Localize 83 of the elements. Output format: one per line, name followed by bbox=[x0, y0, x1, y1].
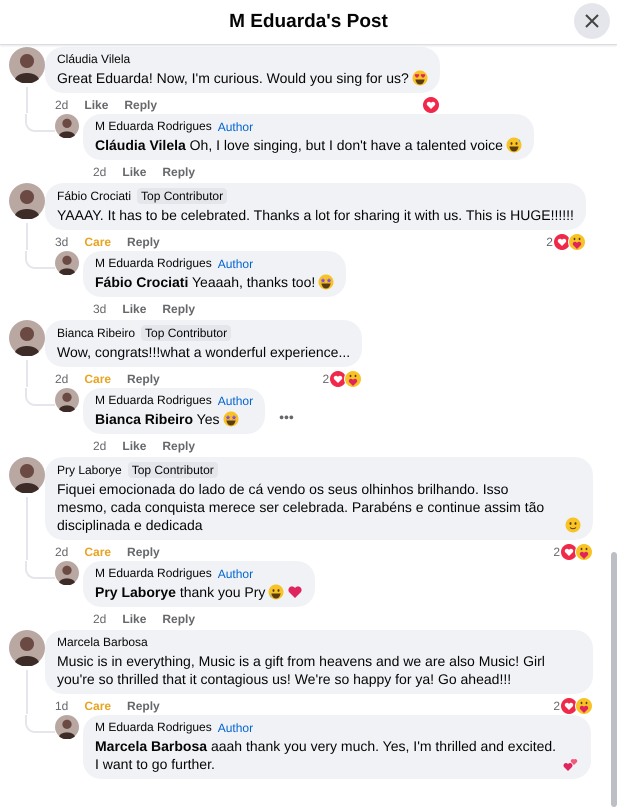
emoji-icon bbox=[506, 137, 522, 153]
react-link[interactable]: Like bbox=[84, 98, 108, 112]
avatar bbox=[55, 114, 79, 138]
author-label: Author bbox=[218, 720, 254, 734]
author-name[interactable]: Bianca Ribeiro bbox=[57, 326, 136, 340]
contributor-badge: Top Contributor bbox=[141, 325, 232, 341]
author-name[interactable]: M Eduarda Rodrigues bbox=[95, 566, 212, 581]
timestamp[interactable]: 2d bbox=[55, 98, 68, 112]
author-name[interactable]: M Eduarda Rodrigues bbox=[95, 119, 212, 134]
reply-link[interactable]: Reply bbox=[127, 698, 160, 712]
react-link[interactable]: Like bbox=[122, 612, 146, 626]
comment-text: Great Eduarda! Now, I'm curious. Would you sing for us? bbox=[57, 69, 409, 87]
timestamp[interactable]: 3d bbox=[93, 302, 106, 316]
reply-link[interactable]: Reply bbox=[127, 234, 160, 248]
author-label: Author bbox=[218, 120, 254, 134]
avatar bbox=[9, 183, 45, 219]
care-reaction-icon bbox=[568, 232, 586, 250]
reply-link[interactable]: Reply bbox=[127, 372, 160, 386]
author-label: Author bbox=[218, 566, 254, 580]
avatar bbox=[55, 715, 79, 739]
care-reaction-icon bbox=[344, 370, 362, 388]
author-name[interactable]: Fábio Crociati bbox=[57, 188, 132, 204]
author-name[interactable]: Cláudia Vilela bbox=[57, 52, 130, 67]
emoji-icon bbox=[318, 274, 334, 290]
author-name[interactable]: Pry Laborye bbox=[57, 462, 122, 478]
reply-link[interactable]: Reply bbox=[162, 612, 196, 626]
reaction-count[interactable]: 2 bbox=[546, 234, 553, 248]
author-label: Author bbox=[218, 394, 254, 408]
reply-text: Marcela Barbosa aaah thank you very much. Yes, I'm thrilled and excited. I want to go further. bbox=[95, 737, 558, 773]
avatar bbox=[55, 561, 79, 585]
comment-text: Wow, congrats!!!what a wonderful experience... bbox=[57, 343, 350, 361]
comment-text: Fiquei emocionada do lado de cá vendo os seus olhinhos brilhando. Isso mesmo, cada conquista merece ser celebrada. Parabéns e continue assim tão disciplinada e dedicada bbox=[57, 480, 546, 534]
reply-link[interactable]: Reply bbox=[162, 438, 196, 452]
timestamp[interactable]: 1d bbox=[55, 698, 68, 712]
emoji-icon bbox=[565, 517, 581, 533]
avatar bbox=[55, 251, 79, 275]
avatar bbox=[55, 388, 79, 412]
timestamp[interactable]: 2d bbox=[93, 164, 106, 178]
reply-link[interactable]: Reply bbox=[162, 164, 196, 178]
close-button[interactable] bbox=[574, 3, 610, 39]
author-name[interactable]: M Eduarda Rodrigues bbox=[95, 393, 212, 408]
emoji-icon bbox=[412, 70, 428, 86]
react-link[interactable]: Like bbox=[122, 164, 146, 178]
reply-text: Bianca Ribeiro Yes bbox=[95, 410, 220, 428]
author-name[interactable]: M Eduarda Rodrigues bbox=[95, 256, 212, 271]
care-reaction-icon bbox=[575, 696, 593, 714]
timestamp[interactable]: 2d bbox=[55, 372, 68, 386]
author-name[interactable]: M Eduarda Rodrigues bbox=[95, 720, 212, 735]
author-name[interactable]: Marcela Barbosa bbox=[57, 635, 148, 650]
reply-link[interactable]: Reply bbox=[127, 544, 160, 558]
comment-text: Music is in everything, Music is a gift from heavens and we are also Music! Girl you're so thrilled that it contagious us! We're so happy for ya! Go ahead!!! bbox=[57, 652, 546, 688]
author-label: Author bbox=[218, 256, 254, 270]
timestamp[interactable]: 2d bbox=[93, 612, 106, 626]
avatar bbox=[9, 630, 45, 666]
reply-text: Cláudia Vilela Oh, I love singing, but I don't have a talented voice bbox=[95, 136, 503, 154]
emoji-icon bbox=[268, 584, 284, 600]
reply-text: Fábio Crociati Yeaaah, thanks too! bbox=[95, 273, 316, 291]
love-reaction-icon bbox=[422, 96, 440, 114]
hearts-icon bbox=[563, 756, 579, 772]
timestamp[interactable]: 2d bbox=[93, 438, 106, 452]
avatar bbox=[9, 320, 45, 356]
react-link[interactable]: Like bbox=[122, 302, 146, 316]
reaction-count[interactable]: 2 bbox=[553, 698, 560, 712]
reply-link[interactable]: Reply bbox=[124, 98, 158, 112]
avatar bbox=[9, 47, 45, 83]
reaction-count[interactable]: 2 bbox=[553, 544, 560, 558]
scrollbar-thumb[interactable] bbox=[611, 552, 617, 807]
emoji-icon bbox=[222, 411, 239, 427]
avatar bbox=[9, 457, 45, 493]
timestamp[interactable]: 3d bbox=[55, 234, 68, 248]
reaction-count[interactable]: 2 bbox=[322, 372, 330, 386]
heart-icon bbox=[287, 584, 304, 600]
care-reaction-icon bbox=[575, 542, 593, 560]
contributor-badge: Top Contributor bbox=[137, 188, 228, 204]
react-link[interactable]: Like bbox=[122, 438, 146, 452]
reply-link[interactable]: Reply bbox=[162, 302, 196, 316]
reply-text: Pry Laborye thank you Pry bbox=[95, 583, 266, 601]
more-options-button[interactable]: ••• bbox=[279, 409, 294, 425]
timestamp[interactable]: 2d bbox=[55, 544, 68, 558]
comment-text: YAAAY. It has to be celebrated. Thanks a lot for sharing it with us. This is HUGE!!!!!! bbox=[57, 206, 574, 224]
contributor-badge: Top Contributor bbox=[128, 462, 218, 478]
post-title: M Eduarda's Post bbox=[229, 11, 388, 33]
close-icon bbox=[585, 14, 599, 28]
